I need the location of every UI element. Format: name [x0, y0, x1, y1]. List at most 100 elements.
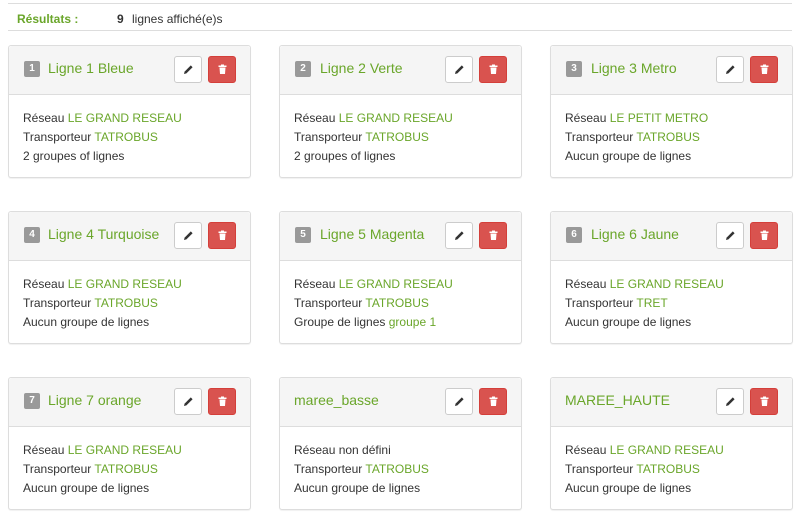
- card-header: 2 Ligne 2 Verte: [280, 46, 521, 95]
- carrier-link[interactable]: TATROBUS: [365, 130, 429, 144]
- carrier-link[interactable]: TATROBUS: [636, 130, 700, 144]
- edit-button[interactable]: [174, 222, 202, 249]
- line-number-badge: 6: [566, 227, 582, 243]
- delete-button[interactable]: [479, 56, 507, 83]
- pencil-icon: [455, 231, 464, 240]
- card-body: Réseau LE GRAND RESEAU Transporteur TRET…: [565, 275, 784, 332]
- delete-button[interactable]: [750, 56, 778, 83]
- groups-row: Aucun groupe de lignes: [565, 481, 692, 495]
- group-link[interactable]: groupe 1: [389, 315, 436, 329]
- card-header: 6 Ligne 6 Jaune: [551, 212, 792, 261]
- results-text: lignes affiché(e)s: [132, 12, 223, 26]
- groups-row: Aucun groupe de lignes: [565, 315, 692, 329]
- line-card: 2 Ligne 2 Verte Réseau LE GRAND RESEAU T…: [279, 45, 522, 178]
- network-row: Réseau non défini: [294, 443, 391, 457]
- card-header: 4 Ligne 4 Turquoise: [9, 212, 250, 261]
- trash-icon: [218, 396, 227, 406]
- network-link[interactable]: LE GRAND RESEAU: [610, 443, 724, 457]
- results-count: 9: [117, 12, 124, 26]
- line-card: 4 Ligne 4 Turquoise Réseau LE GRAND RESE…: [8, 211, 251, 344]
- network-row: Réseau LE GRAND RESEAU: [565, 277, 724, 291]
- delete-button[interactable]: [479, 388, 507, 415]
- carrier-row: Transporteur TATROBUS: [23, 130, 158, 144]
- line-title-link[interactable]: Ligne 3 Metro: [591, 60, 677, 76]
- delete-button[interactable]: [208, 56, 236, 83]
- card-body: Réseau LE GRAND RESEAU Transporteur TATR…: [565, 441, 784, 498]
- groups-row: Aucun groupe de lignes: [294, 481, 421, 495]
- line-title-link[interactable]: Ligne 4 Turquoise: [48, 226, 159, 242]
- card-body: Réseau LE GRAND RESEAU Transporteur TATR…: [294, 109, 513, 166]
- edit-button[interactable]: [716, 222, 744, 249]
- groups-row: Aucun groupe de lignes: [23, 315, 150, 329]
- network-row: Réseau LE GRAND RESEAU: [23, 443, 182, 457]
- line-card: 3 Ligne 3 Metro Réseau LE PETIT METRO Tr…: [550, 45, 793, 178]
- pencil-icon: [726, 65, 735, 74]
- delete-button[interactable]: [750, 222, 778, 249]
- line-card: 1 Ligne 1 Bleue Réseau LE GRAND RESEAU T…: [8, 45, 251, 178]
- line-card: 7 Ligne 7 orange Réseau LE GRAND RESEAU …: [8, 377, 251, 510]
- network-link[interactable]: LE PETIT METRO: [610, 111, 708, 125]
- delete-button[interactable]: [750, 388, 778, 415]
- delete-button[interactable]: [208, 388, 236, 415]
- network-link[interactable]: LE GRAND RESEAU: [339, 277, 453, 291]
- carrier-link[interactable]: TATROBUS: [365, 462, 429, 476]
- carrier-row: Transporteur TRET: [565, 296, 668, 310]
- carrier-link[interactable]: TATROBUS: [636, 462, 700, 476]
- edit-button[interactable]: [445, 56, 473, 83]
- trash-icon: [218, 230, 227, 240]
- carrier-link[interactable]: TATROBUS: [94, 130, 158, 144]
- card-body: Réseau LE GRAND RESEAU Transporteur TATR…: [23, 441, 242, 498]
- results-label: Résultats :: [17, 12, 79, 26]
- line-title-link[interactable]: Ligne 5 Magenta: [320, 226, 424, 242]
- line-title-link[interactable]: Ligne 7 orange: [48, 392, 141, 408]
- carrier-row: Transporteur TATROBUS: [565, 130, 700, 144]
- delete-button[interactable]: [479, 222, 507, 249]
- trash-icon: [218, 64, 227, 74]
- edit-button[interactable]: [716, 56, 744, 83]
- line-number-badge: 7: [24, 393, 40, 409]
- carrier-link[interactable]: TATROBUS: [94, 462, 158, 476]
- card-body: Réseau LE GRAND RESEAU Transporteur TATR…: [294, 275, 513, 332]
- groups-row: Aucun groupe de lignes: [23, 481, 150, 495]
- line-title-link[interactable]: Ligne 6 Jaune: [591, 226, 679, 242]
- carrier-row: Transporteur TATROBUS: [294, 296, 429, 310]
- network-link[interactable]: LE GRAND RESEAU: [68, 277, 182, 291]
- pencil-icon: [184, 231, 193, 240]
- line-title-link[interactable]: Ligne 2 Verte: [320, 60, 403, 76]
- card-header: 3 Ligne 3 Metro: [551, 46, 792, 95]
- carrier-row: Transporteur TATROBUS: [294, 130, 429, 144]
- groups-row: Aucun groupe de lignes: [565, 149, 692, 163]
- trash-icon: [760, 230, 769, 240]
- network-link[interactable]: LE GRAND RESEAU: [610, 277, 724, 291]
- trash-icon: [489, 64, 498, 74]
- trash-icon: [760, 396, 769, 406]
- carrier-link[interactable]: TATROBUS: [365, 296, 429, 310]
- line-title-link[interactable]: maree_basse: [294, 392, 379, 408]
- groups-row: 2 groupes of lignes: [23, 149, 125, 163]
- network-link[interactable]: LE GRAND RESEAU: [68, 111, 182, 125]
- network-link[interactable]: LE GRAND RESEAU: [339, 111, 453, 125]
- edit-button[interactable]: [174, 56, 202, 83]
- line-title-link[interactable]: Ligne 1 Bleue: [48, 60, 134, 76]
- trash-icon: [489, 396, 498, 406]
- delete-button[interactable]: [208, 222, 236, 249]
- edit-button[interactable]: [445, 388, 473, 415]
- card-body: Réseau LE GRAND RESEAU Transporteur TATR…: [23, 275, 242, 332]
- line-title-link[interactable]: MAREE_HAUTE: [565, 392, 670, 408]
- carrier-row: Transporteur TATROBUS: [23, 296, 158, 310]
- card-body: Réseau LE GRAND RESEAU Transporteur TATR…: [23, 109, 242, 166]
- edit-button[interactable]: [445, 222, 473, 249]
- groups-row: 2 groupes of lignes: [294, 149, 396, 163]
- line-number-badge: 5: [295, 227, 311, 243]
- network-row: Réseau LE GRAND RESEAU: [294, 277, 453, 291]
- network-link[interactable]: LE GRAND RESEAU: [68, 443, 182, 457]
- edit-button[interactable]: [174, 388, 202, 415]
- card-body: Réseau LE PETIT METRO Transporteur TATRO…: [565, 109, 784, 166]
- carrier-link[interactable]: TATROBUS: [94, 296, 158, 310]
- edit-button[interactable]: [716, 388, 744, 415]
- trash-icon: [489, 230, 498, 240]
- network-row: Réseau LE GRAND RESEAU: [23, 277, 182, 291]
- carrier-row: Transporteur TATROBUS: [294, 462, 429, 476]
- line-card: MAREE_HAUTE Réseau LE GRAND RESEAU Trans…: [550, 377, 793, 510]
- carrier-link[interactable]: TRET: [636, 296, 667, 310]
